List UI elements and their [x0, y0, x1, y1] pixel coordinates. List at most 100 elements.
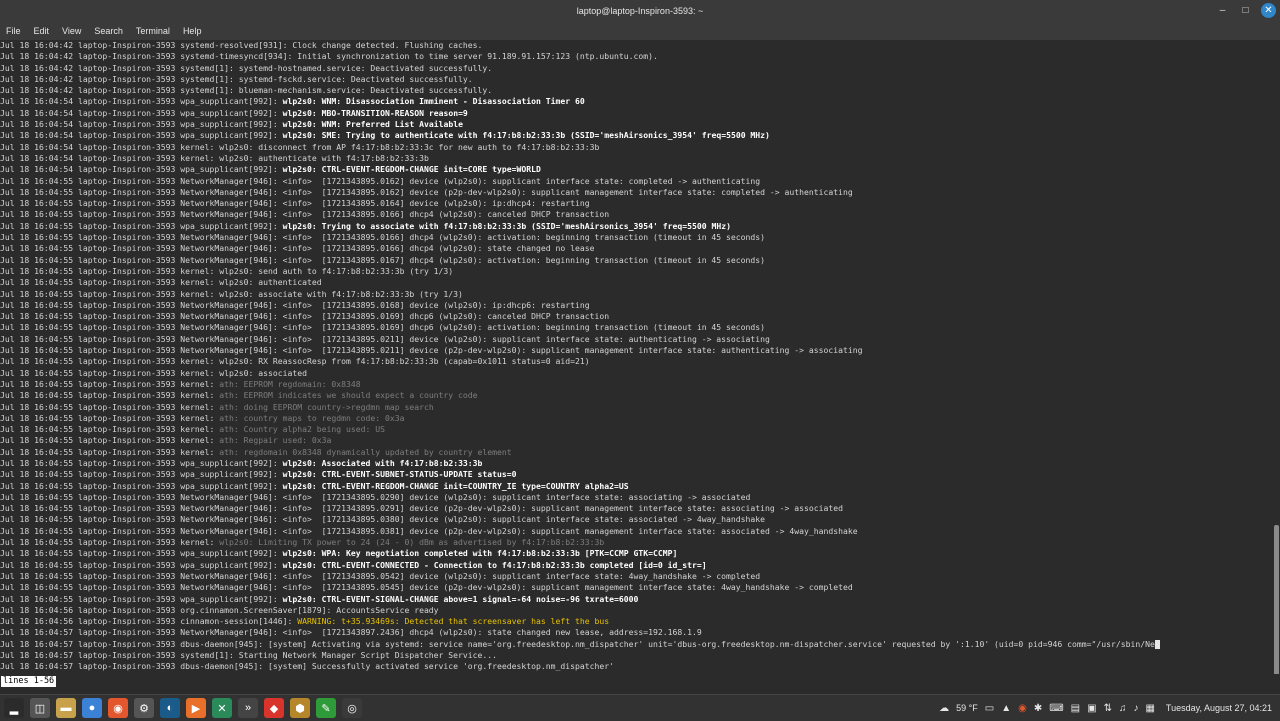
- menu-help[interactable]: Help: [183, 26, 202, 36]
- log-line: Jul 18 16:04:55 laptop-Inspiron-3593 Net…: [0, 514, 766, 525]
- settings-icon[interactable]: ⚙: [134, 698, 154, 718]
- network-icon[interactable]: ⇅: [1104, 703, 1112, 714]
- log-line: Jul 18 16:04:55 laptop-Inspiron-3593 ker…: [0, 265, 454, 276]
- panel-clock[interactable]: Tuesday, August 27, 04:21: [1166, 703, 1272, 713]
- vpn-icon[interactable]: ✕: [212, 698, 232, 718]
- log-line: Jul 18 16:04:55 laptop-Inspiron-3593 Net…: [0, 243, 595, 254]
- menu-bar: File Edit View Search Terminal Help: [0, 22, 1280, 40]
- log-line: Jul 18 16:04:57 laptop-Inspiron-3593 dbu…: [0, 661, 614, 672]
- terminal-app-icon[interactable]: »: [238, 698, 258, 718]
- log-line: Jul 18 16:04:42 laptop-Inspiron-3593 sys…: [0, 85, 493, 96]
- log-line: Jul 18 16:04:55 laptop-Inspiron-3593 ker…: [0, 412, 405, 423]
- log-line: Jul 18 16:04:55 laptop-Inspiron-3593 ker…: [0, 277, 322, 288]
- log-line: Jul 18 16:04:55 laptop-Inspiron-3593 wpa…: [0, 457, 483, 468]
- log-line: Jul 18 16:04:55 laptop-Inspiron-3593 ker…: [0, 537, 605, 548]
- window-title: laptop@laptop-Inspiron-3593: ~: [576, 6, 704, 16]
- update-icon[interactable]: ▲: [1001, 703, 1011, 714]
- window-titlebar[interactable]: laptop@laptop-Inspiron-3593: ~ – □ ✕: [0, 0, 1280, 22]
- log-line: Jul 18 16:04:55 laptop-Inspiron-3593 ker…: [0, 401, 434, 412]
- log-line: Jul 18 16:04:55 laptop-Inspiron-3593 Net…: [0, 311, 610, 322]
- log-line: Jul 18 16:04:55 laptop-Inspiron-3593 wpa…: [0, 480, 629, 491]
- steam-icon[interactable]: ◐: [160, 698, 180, 718]
- log-line: Jul 18 16:04:55 laptop-Inspiron-3593 Net…: [0, 198, 590, 209]
- volume-icon[interactable]: ♪: [1133, 703, 1138, 714]
- text-cursor: [1154, 639, 1160, 649]
- log-line: Jul 18 16:04:42 laptop-Inspiron-3593 sys…: [0, 62, 493, 73]
- menu-edit[interactable]: Edit: [34, 26, 50, 36]
- weather-icon[interactable]: ☁: [939, 703, 949, 714]
- show-desktop-icon[interactable]: ◫: [30, 698, 50, 718]
- menu-search[interactable]: Search: [94, 26, 123, 36]
- log-line: Jul 18 16:04:42 laptop-Inspiron-3593 sys…: [0, 73, 473, 84]
- log-line: Jul 18 16:04:55 laptop-Inspiron-3593 ker…: [0, 356, 590, 367]
- log-line: Jul 18 16:04:55 laptop-Inspiron-3593 Net…: [0, 333, 770, 344]
- log-line: Jul 18 16:04:42 laptop-Inspiron-3593 sys…: [0, 51, 658, 62]
- log-line: Jul 18 16:04:55 laptop-Inspiron-3593 Net…: [0, 491, 751, 502]
- bluetooth-icon[interactable]: ✱: [1034, 703, 1042, 714]
- menu-file[interactable]: File: [6, 26, 21, 36]
- log-line: Jul 18 16:04:55 laptop-Inspiron-3593 ker…: [0, 435, 332, 446]
- log-line: Jul 18 16:04:54 laptop-Inspiron-3593 wpa…: [0, 130, 770, 141]
- log-line: Jul 18 16:04:54 laptop-Inspiron-3593 wpa…: [0, 164, 541, 175]
- log-line: Jul 18 16:04:55 laptop-Inspiron-3593 Net…: [0, 175, 761, 186]
- music-icon[interactable]: ♫: [1119, 703, 1127, 714]
- log-line: Jul 18 16:04:56 laptop-Inspiron-3593 org…: [0, 604, 439, 615]
- calendar-icon[interactable]: ▦: [1145, 703, 1154, 714]
- panel-launchers: ▂ ◫ ▬ ● ◉ ⚙ ◐ ▶ ✕ » ◆ ⬢ ✎ ◎: [0, 698, 362, 718]
- log-line: Jul 18 16:04:56 laptop-Inspiron-3593 cin…: [0, 616, 610, 627]
- log-line: Jul 18 16:04:55 laptop-Inspiron-3593 wpa…: [0, 559, 707, 570]
- log-line: Jul 18 16:04:55 laptop-Inspiron-3593 ker…: [0, 390, 478, 401]
- keyboard-icon[interactable]: ⌨: [1049, 703, 1063, 714]
- timeshift-icon[interactable]: ◎: [342, 698, 362, 718]
- log-line: Jul 18 16:04:55 laptop-Inspiron-3593 ker…: [0, 378, 361, 389]
- firefox-icon[interactable]: ◉: [108, 698, 128, 718]
- log-line: Jul 18 16:04:55 laptop-Inspiron-3593 wpa…: [0, 469, 517, 480]
- display-icon[interactable]: ▣: [1087, 703, 1096, 714]
- log-line: Jul 18 16:04:42 laptop-Inspiron-3593 sys…: [0, 40, 483, 50]
- log-line: Jul 18 16:04:55 laptop-Inspiron-3593 ker…: [0, 446, 512, 457]
- log-line: Jul 18 16:04:54 laptop-Inspiron-3593 wpa…: [0, 96, 585, 107]
- log-line: Jul 18 16:04:54 laptop-Inspiron-3593 wpa…: [0, 107, 468, 118]
- log-line: Jul 18 16:04:55 laptop-Inspiron-3593 Net…: [0, 209, 610, 220]
- log-line: Jul 18 16:04:55 laptop-Inspiron-3593 Net…: [0, 345, 863, 356]
- minimize-icon[interactable]: –: [1215, 3, 1230, 18]
- log-line: Jul 18 16:04:57 laptop-Inspiron-3593 Net…: [0, 627, 702, 638]
- taskbar-panel: ▂ ◫ ▬ ● ◉ ⚙ ◐ ▶ ✕ » ◆ ⬢ ✎ ◎ ☁ 59 °F ▭ ▲ ◉ ✱ ⌨ ▤ ▣ ⇅ ♫…: [0, 694, 1280, 721]
- pager-line-range: lines 1-56: [1, 676, 57, 687]
- terminal-output[interactable]: Jul 18 16:04:42 laptop-Inspiron-3593 sys…: [0, 40, 1272, 674]
- log-line: Jul 18 16:04:54 laptop-Inspiron-3593 ker…: [0, 152, 429, 163]
- pen-icon[interactable]: ✎: [316, 698, 336, 718]
- weather-temp[interactable]: 59 °F: [956, 703, 978, 713]
- log-line: Jul 18 16:04:55 laptop-Inspiron-3593 wpa…: [0, 548, 678, 559]
- bag-icon[interactable]: ⬢: [290, 698, 310, 718]
- log-line: Jul 18 16:04:54 laptop-Inspiron-3593 wpa…: [0, 119, 463, 130]
- system-tray: ☁ 59 °F ▭ ▲ ◉ ✱ ⌨ ▤ ▣ ⇅ ♫ ♪ ▦ Tuesday, A…: [939, 703, 1280, 714]
- log-line: Jul 18 16:04:55 laptop-Inspiron-3593 ker…: [0, 288, 463, 299]
- close-icon[interactable]: ✕: [1261, 3, 1276, 18]
- log-line: Jul 18 16:04:57 laptop-Inspiron-3593 sys…: [0, 650, 498, 661]
- anydesk-icon[interactable]: ◆: [264, 698, 284, 718]
- trash-icon[interactable]: ▭: [985, 703, 994, 714]
- log-line: Jul 18 16:04:55 laptop-Inspiron-3593 ker…: [0, 424, 385, 435]
- media-player-icon[interactable]: ▶: [186, 698, 206, 718]
- terminal-scrollbar[interactable]: [1272, 40, 1280, 714]
- log-line: Jul 18 16:04:55 laptop-Inspiron-3593 Net…: [0, 254, 766, 265]
- log-line: Jul 18 16:04:55 laptop-Inspiron-3593 ker…: [0, 367, 307, 378]
- log-line: Jul 18 16:04:55 laptop-Inspiron-3593 Net…: [0, 570, 761, 581]
- log-line: Jul 18 16:04:57 laptop-Inspiron-3593 dbu…: [0, 639, 1272, 650]
- log-line: Jul 18 16:04:55 laptop-Inspiron-3593 Net…: [0, 525, 858, 536]
- log-line: Jul 18 16:04:55 laptop-Inspiron-3593 Net…: [0, 503, 844, 514]
- brave-icon[interactable]: ◉: [1018, 703, 1027, 714]
- maximize-icon[interactable]: □: [1238, 3, 1253, 18]
- clipboard-icon[interactable]: ▤: [1071, 703, 1080, 714]
- log-line: Jul 18 16:04:55 laptop-Inspiron-3593 wpa…: [0, 220, 731, 231]
- log-line: Jul 18 16:04:55 laptop-Inspiron-3593 Net…: [0, 299, 590, 310]
- menu-terminal[interactable]: Terminal: [136, 26, 170, 36]
- chrome-icon[interactable]: ●: [82, 698, 102, 718]
- pager-status-bar: lines 1-56: [0, 674, 1280, 694]
- menu-view[interactable]: View: [62, 26, 81, 36]
- menu-icon[interactable]: ▂: [4, 698, 24, 718]
- log-line: Jul 18 16:04:55 laptop-Inspiron-3593 wpa…: [0, 593, 639, 604]
- log-line: Jul 18 16:04:55 laptop-Inspiron-3593 Net…: [0, 582, 853, 593]
- files-icon[interactable]: ▬: [56, 698, 76, 718]
